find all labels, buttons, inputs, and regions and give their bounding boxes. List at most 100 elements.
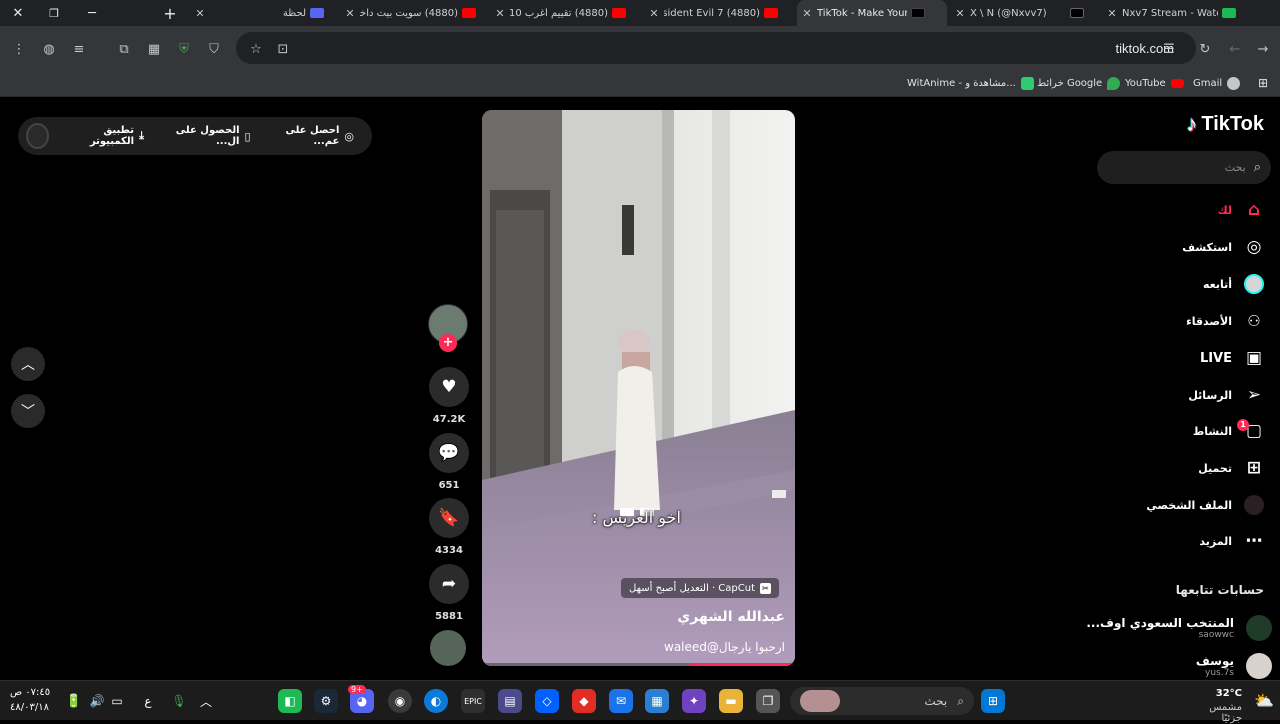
- nav-item-live[interactable]: ▣ LIVE: [1200, 346, 1266, 370]
- nav-item-following[interactable]: أتابعه: [1203, 272, 1266, 296]
- extensions-puzzle-icon[interactable]: ⧉: [115, 40, 133, 58]
- microphone-icon[interactable]: 🎙: [167, 689, 191, 713]
- shield-outline-icon[interactable]: ⛉: [205, 40, 223, 58]
- get-mobile-app-link[interactable]: ▯ الحصول على ال...: [162, 125, 251, 147]
- browser-tab[interactable]: ✕ (4880) سويت بيت داخل: [340, 0, 490, 26]
- shield-icon[interactable]: ⛨: [175, 40, 193, 58]
- nav-item-activity[interactable]: ▢ النشاط: [1193, 419, 1266, 443]
- file-explorer-icon[interactable]: ▬: [719, 689, 743, 713]
- taskbar-search-box[interactable]: ⌕ بحث: [790, 687, 974, 715]
- nav-item-messages[interactable]: ➢ الرسائل: [1188, 383, 1266, 407]
- next-video-button[interactable]: ﹀: [11, 394, 45, 428]
- browser-tab[interactable]: ✕ (4880) Resident Evil 7: [644, 0, 794, 26]
- new-tab-button[interactable]: +: [152, 0, 188, 26]
- nav-item-explore[interactable]: ◎ استكشف: [1182, 235, 1266, 259]
- reload-icon[interactable]: ↻: [1196, 40, 1214, 58]
- close-icon[interactable]: ✕: [797, 7, 817, 20]
- clock-date: ٤٨/٠٣/١٨: [10, 702, 49, 713]
- nav-item-profile[interactable]: الملف الشخصي: [1146, 493, 1266, 517]
- get-coins-link[interactable]: ◎ احصل على عم...: [269, 125, 354, 147]
- bookmark-gmail[interactable]: Gmail: [1193, 74, 1241, 92]
- tiktok-logo[interactable]: ♪ TikTok: [1186, 111, 1264, 137]
- network-icon[interactable]: ▭: [105, 689, 129, 713]
- bookmark-star-icon[interactable]: ☆: [247, 40, 265, 58]
- avatar[interactable]: [26, 123, 50, 149]
- mail-icon[interactable]: ✉: [609, 689, 633, 713]
- desktop-app-link[interactable]: ⤓ تطبيق الكمبيوتر: [67, 125, 144, 147]
- install-app-icon[interactable]: ⊡: [274, 40, 292, 58]
- site-settings-icon[interactable]: ☰: [1160, 40, 1178, 58]
- nav-item-for-you[interactable]: ⌂ لك: [1218, 198, 1266, 222]
- close-icon[interactable]: ✕: [644, 7, 664, 20]
- close-icon[interactable]: ✕: [950, 7, 970, 20]
- task-view-icon[interactable]: ❐: [756, 689, 780, 713]
- copilot-icon[interactable]: ✦: [682, 689, 706, 713]
- nav-item-upload[interactable]: ⊞ تحميل: [1198, 456, 1266, 480]
- save-count: 4334: [435, 545, 463, 556]
- close-icon[interactable]: ✕: [490, 7, 510, 20]
- browser-tab[interactable]: ✕ (4880) تقييم أغرب 10 ...: [490, 0, 642, 26]
- following-accounts-heading: حسابات تتابعها: [1175, 583, 1264, 597]
- apps-icon[interactable]: ⊞: [1258, 74, 1268, 92]
- like-button[interactable]: ♥: [429, 367, 469, 407]
- live-icon: ▣: [1245, 348, 1263, 368]
- address-bar[interactable]: [236, 32, 1196, 64]
- previous-video-button[interactable]: ︿: [11, 347, 45, 381]
- save-button[interactable]: 🔖: [429, 498, 469, 538]
- browser-tab-active[interactable]: ✕ TikTok - Make Your: [797, 0, 947, 26]
- weather-widget[interactable]: ⛅ 32°C مشمس جزئيًا: [1196, 685, 1280, 724]
- menu-icon[interactable]: ⋮: [10, 40, 28, 58]
- back-icon[interactable]: →: [1254, 40, 1272, 58]
- search-input[interactable]: ⌕ بحث: [1097, 151, 1271, 184]
- extension-icon[interactable]: ◍: [40, 40, 58, 58]
- capcut-badge[interactable]: ✂ CapCut · التعديل أصبح أسهل: [621, 578, 779, 598]
- following-account[interactable]: المنتخب السعودي اوف... saowwc: [1086, 615, 1272, 641]
- upload-icon: ⊞: [1246, 458, 1262, 478]
- share-button[interactable]: ➦: [429, 564, 469, 604]
- forward-icon[interactable]: ←: [1226, 40, 1244, 58]
- edge-icon[interactable]: ◐: [424, 689, 448, 713]
- extension-icon[interactable]: ▦: [145, 40, 163, 58]
- app-icon[interactable]: ◧: [278, 689, 302, 713]
- follow-plus-icon[interactable]: +: [439, 334, 457, 352]
- video-progress-bar[interactable]: [482, 663, 795, 666]
- friends-icon: ⚇: [1247, 312, 1261, 330]
- nav-item-friends[interactable]: ⚇ الأصدقاء: [1186, 309, 1266, 333]
- system-clock[interactable]: ٠٧:٤٥ ص ٤٨/٠٣/١٨: [10, 685, 50, 715]
- app-icon[interactable]: ▤: [498, 689, 522, 713]
- chrome-icon[interactable]: ◉: [388, 689, 412, 713]
- music-disc-avatar[interactable]: [430, 630, 466, 666]
- close-icon[interactable]: ✕: [340, 7, 360, 20]
- following-account[interactable]: يوسف yus.7s: [1196, 653, 1272, 679]
- close-icon[interactable]: ✕: [190, 7, 210, 20]
- close-icon[interactable]: ✕: [1102, 7, 1122, 20]
- windows-start-icon[interactable]: ⊞: [981, 689, 1005, 713]
- battery-icon[interactable]: 🔋: [62, 689, 86, 713]
- app-icon[interactable]: ◆: [572, 689, 596, 713]
- bookmark-google-maps[interactable]: خرائط Google: [1037, 74, 1121, 92]
- comment-button[interactable]: 💬: [429, 433, 469, 473]
- browser-tab[interactable]: ✕ Nxv7 Stream - Watch: [1102, 0, 1252, 26]
- nav-label: المزيد: [1199, 534, 1232, 548]
- video-author[interactable]: عبدالله الشهري: [677, 609, 785, 625]
- browser-tab[interactable]: ✕ X \ N (@Nxvv7): [950, 0, 1100, 26]
- video-player[interactable]: اخو العريس : ✂ CapCut · التعديل أصبح أسه…: [482, 110, 795, 666]
- maps-pin-icon: [1107, 76, 1121, 90]
- window-restore-button[interactable]: ❐: [36, 0, 72, 26]
- steam-icon[interactable]: ⚙: [314, 689, 338, 713]
- download-icon: ⤓: [139, 129, 144, 142]
- epic-games-icon[interactable]: EPIC: [461, 689, 485, 713]
- avatar: [1246, 615, 1272, 641]
- window-minimize-button[interactable]: ─: [74, 0, 110, 26]
- bookmark-youtube[interactable]: YouTube: [1125, 74, 1184, 92]
- dropbox-icon[interactable]: ◇: [535, 689, 559, 713]
- discord-badge: 9+: [348, 685, 366, 694]
- language-indicator[interactable]: ع: [136, 689, 160, 713]
- browser-tab[interactable]: ✕ لحظة: [190, 0, 340, 26]
- media-controls-icon[interactable]: ≡: [70, 40, 88, 58]
- store-icon[interactable]: ▦: [645, 689, 669, 713]
- bookmark-witanime[interactable]: WitAnime - مشاهدة و...: [907, 74, 1034, 92]
- window-close-button[interactable]: ✕: [0, 0, 36, 26]
- tray-overflow-chevron-icon[interactable]: ︿: [194, 689, 218, 713]
- nav-item-more[interactable]: ⋯ المزيد: [1199, 529, 1266, 553]
